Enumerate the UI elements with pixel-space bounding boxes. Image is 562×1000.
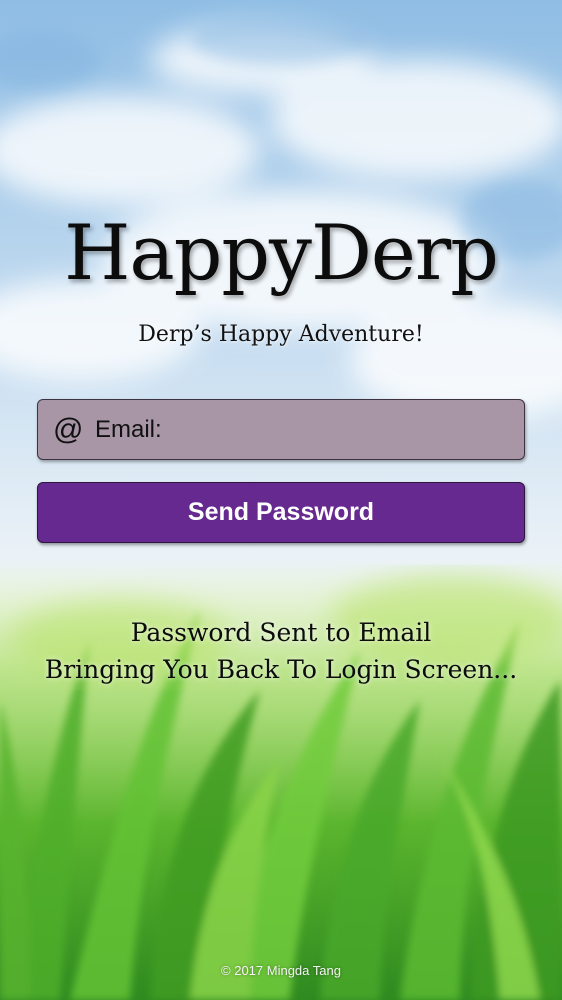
app-title: HappyDerp	[64, 208, 499, 297]
email-field[interactable]: @ Email:	[37, 399, 525, 460]
copyright-footer: © 2017 Mingda Tang	[221, 963, 341, 978]
status-message-sent: Password Sent to Email	[130, 618, 432, 647]
at-sign-icon: @	[53, 412, 84, 446]
app-subtitle: Derp’s Happy Adventure!	[138, 322, 424, 347]
email-label: Email:	[95, 415, 162, 443]
status-message-redirect: Bringing You Back To Login Screen...	[44, 655, 518, 684]
send-password-button[interactable]: Send Password	[37, 482, 525, 543]
